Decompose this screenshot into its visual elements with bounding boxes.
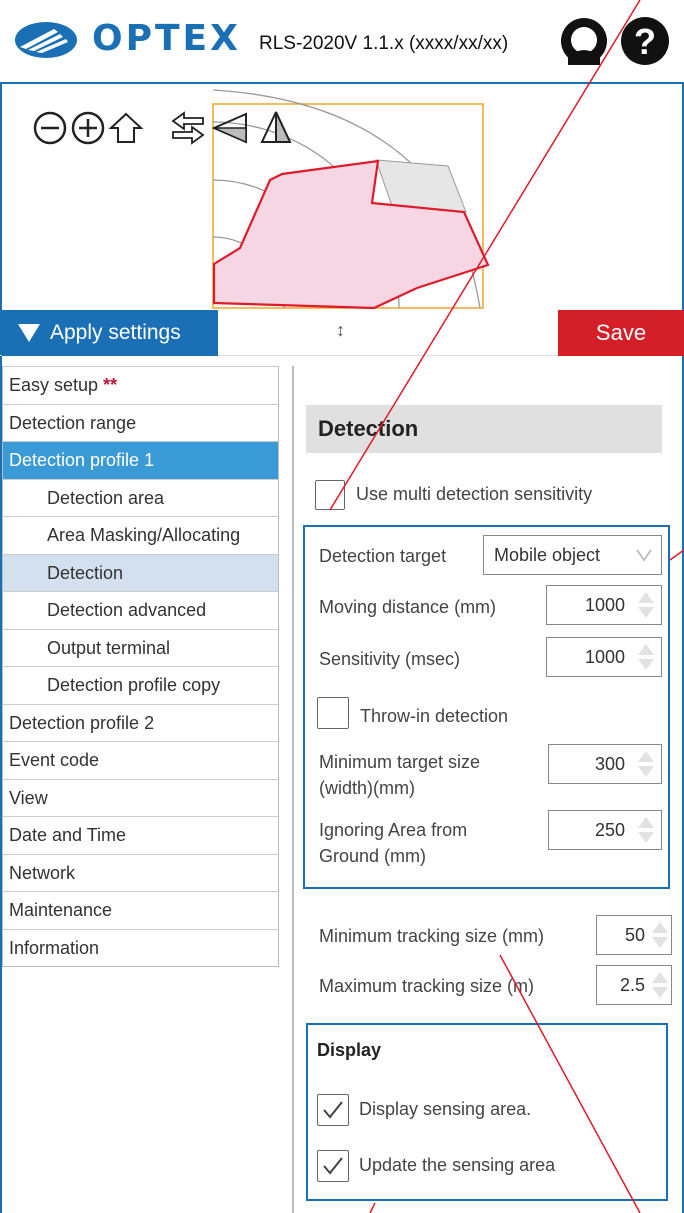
spin-down-icon[interactable]	[652, 937, 668, 948]
ignoring-area-input[interactable]: 250	[548, 810, 662, 850]
spin-up-icon[interactable]	[652, 972, 668, 983]
detection-target-label: Detection target	[319, 546, 447, 566]
swap-icon[interactable]	[170, 110, 206, 146]
spin-down-icon[interactable]	[638, 832, 654, 843]
sensitivity-label: Sensitivity (msec)	[319, 649, 461, 669]
spin-up-icon[interactable]	[638, 644, 654, 655]
sidebar-item-area-masking[interactable]: Area Masking/Allocating	[3, 516, 278, 554]
max-tracking-input[interactable]: 2.5	[596, 965, 672, 1005]
sidebar-item-detection-area[interactable]: Detection area	[3, 478, 278, 517]
sidebar-item-information[interactable]: Information	[3, 928, 278, 967]
sidebar-item-event-code[interactable]: Event code	[3, 741, 278, 779]
spin-down-icon[interactable]	[652, 987, 668, 998]
chevron-down-icon	[636, 549, 652, 562]
sidebar-item-easy-setup[interactable]: Easy setup **	[3, 366, 278, 404]
header-bar: OPTEX RLS-2020V 1.1.x (xxxx/xx/xx) ?	[0, 0, 684, 84]
apply-settings-label: Apply settings	[50, 321, 181, 344]
sidebar-nav: Easy setup ** Detection range Detection …	[2, 366, 279, 967]
sidebar-item-date-time[interactable]: Date and Time	[3, 816, 278, 854]
user-icon[interactable]	[560, 17, 608, 65]
multi-sensitivity-label: Use multi detection sensitivity	[356, 484, 593, 504]
sidebar-item-view[interactable]: View	[3, 778, 278, 817]
checkmark-icon	[323, 1101, 343, 1119]
sidebar-item-detection-profile-1[interactable]: Detection profile 1	[3, 441, 278, 479]
mirror-icon[interactable]	[258, 110, 294, 146]
sidebar-item-profile-copy[interactable]: Detection profile copy	[3, 666, 278, 704]
detection-target-value: Mobile object	[494, 545, 601, 565]
ignoring-area-value: 250	[594, 820, 625, 840]
moving-distance-value: 1000	[584, 595, 625, 615]
spin-down-icon[interactable]	[638, 766, 654, 777]
update-sensing-label: Update the sensing area	[359, 1155, 556, 1175]
sidebar-item-detection-range[interactable]: Detection range	[3, 403, 278, 442]
max-tracking-label: Maximum tracking size (m)	[319, 976, 535, 996]
min-target-size-input[interactable]: 300	[548, 744, 662, 784]
firmware-version: RLS-2020V 1.1.x (xxxx/xx/xx)	[259, 33, 509, 54]
update-sensing-checkbox[interactable]	[317, 1150, 349, 1182]
display-sensing-label: Display sensing area.	[359, 1099, 532, 1119]
spin-up-icon[interactable]	[638, 751, 654, 762]
spin-up-icon[interactable]	[638, 592, 654, 603]
zoom-in-icon[interactable]	[70, 110, 106, 146]
help-icon[interactable]: ?	[620, 16, 670, 66]
ignoring-area-label-1: Ignoring Area from	[319, 820, 468, 840]
throw-in-checkbox[interactable]	[317, 697, 349, 729]
min-target-size-value: 300	[594, 754, 625, 774]
min-target-size-label-2: (width)(mm)	[319, 778, 415, 798]
flip-left-icon[interactable]	[212, 110, 248, 146]
ignoring-area-label-2: Ground (mm)	[319, 846, 427, 866]
sidebar-item-detection-profile-2[interactable]: Detection profile 2	[3, 703, 278, 742]
min-target-size-label-1: Minimum target size	[319, 752, 481, 772]
sensitivity-input[interactable]: 1000	[546, 637, 662, 677]
sidebar-item-network[interactable]: Network	[3, 853, 278, 892]
resize-handle-icon[interactable]: ↕	[336, 320, 345, 341]
sidebar-item-output-terminal[interactable]: Output terminal	[3, 628, 278, 667]
brand-logo-text: OPTEX	[92, 18, 241, 59]
required-marker: **	[103, 375, 118, 395]
min-tracking-label: Minimum tracking size (mm)	[319, 926, 545, 946]
save-button[interactable]: Save	[558, 310, 684, 356]
sensitivity-value: 1000	[584, 647, 625, 667]
display-sensing-checkbox[interactable]	[317, 1094, 349, 1126]
svg-text:?: ?	[634, 21, 656, 62]
triangle-down-icon	[18, 324, 40, 342]
throw-in-label: Throw-in detection	[360, 706, 509, 726]
sidebar-item-detection-advanced[interactable]: Detection advanced	[3, 591, 278, 629]
checkmark-icon	[323, 1157, 343, 1175]
sidebar-item-maintenance[interactable]: Maintenance	[3, 891, 278, 929]
min-tracking-input[interactable]: 50	[596, 915, 672, 955]
sidebar-item-detection[interactable]: Detection	[3, 553, 278, 591]
spin-up-icon[interactable]	[652, 922, 668, 933]
max-tracking-value: 2.5	[619, 975, 645, 995]
moving-distance-label: Moving distance (mm)	[319, 597, 497, 617]
panel-divider	[292, 366, 294, 1213]
apply-settings-button[interactable]: Apply settings	[2, 310, 218, 356]
spin-down-icon[interactable]	[638, 659, 654, 670]
section-title: Detection	[306, 405, 662, 453]
multi-sensitivity-checkbox[interactable]	[315, 480, 345, 510]
optex-logo-icon	[15, 22, 77, 58]
home-icon[interactable]	[108, 110, 144, 146]
display-title: Display	[317, 1040, 382, 1060]
min-tracking-value: 50	[624, 925, 645, 945]
detection-target-select[interactable]: Mobile object	[483, 535, 662, 575]
moving-distance-input[interactable]: 1000	[546, 585, 662, 625]
spin-up-icon[interactable]	[638, 817, 654, 828]
zoom-out-icon[interactable]	[32, 110, 68, 146]
spin-down-icon[interactable]	[638, 607, 654, 618]
